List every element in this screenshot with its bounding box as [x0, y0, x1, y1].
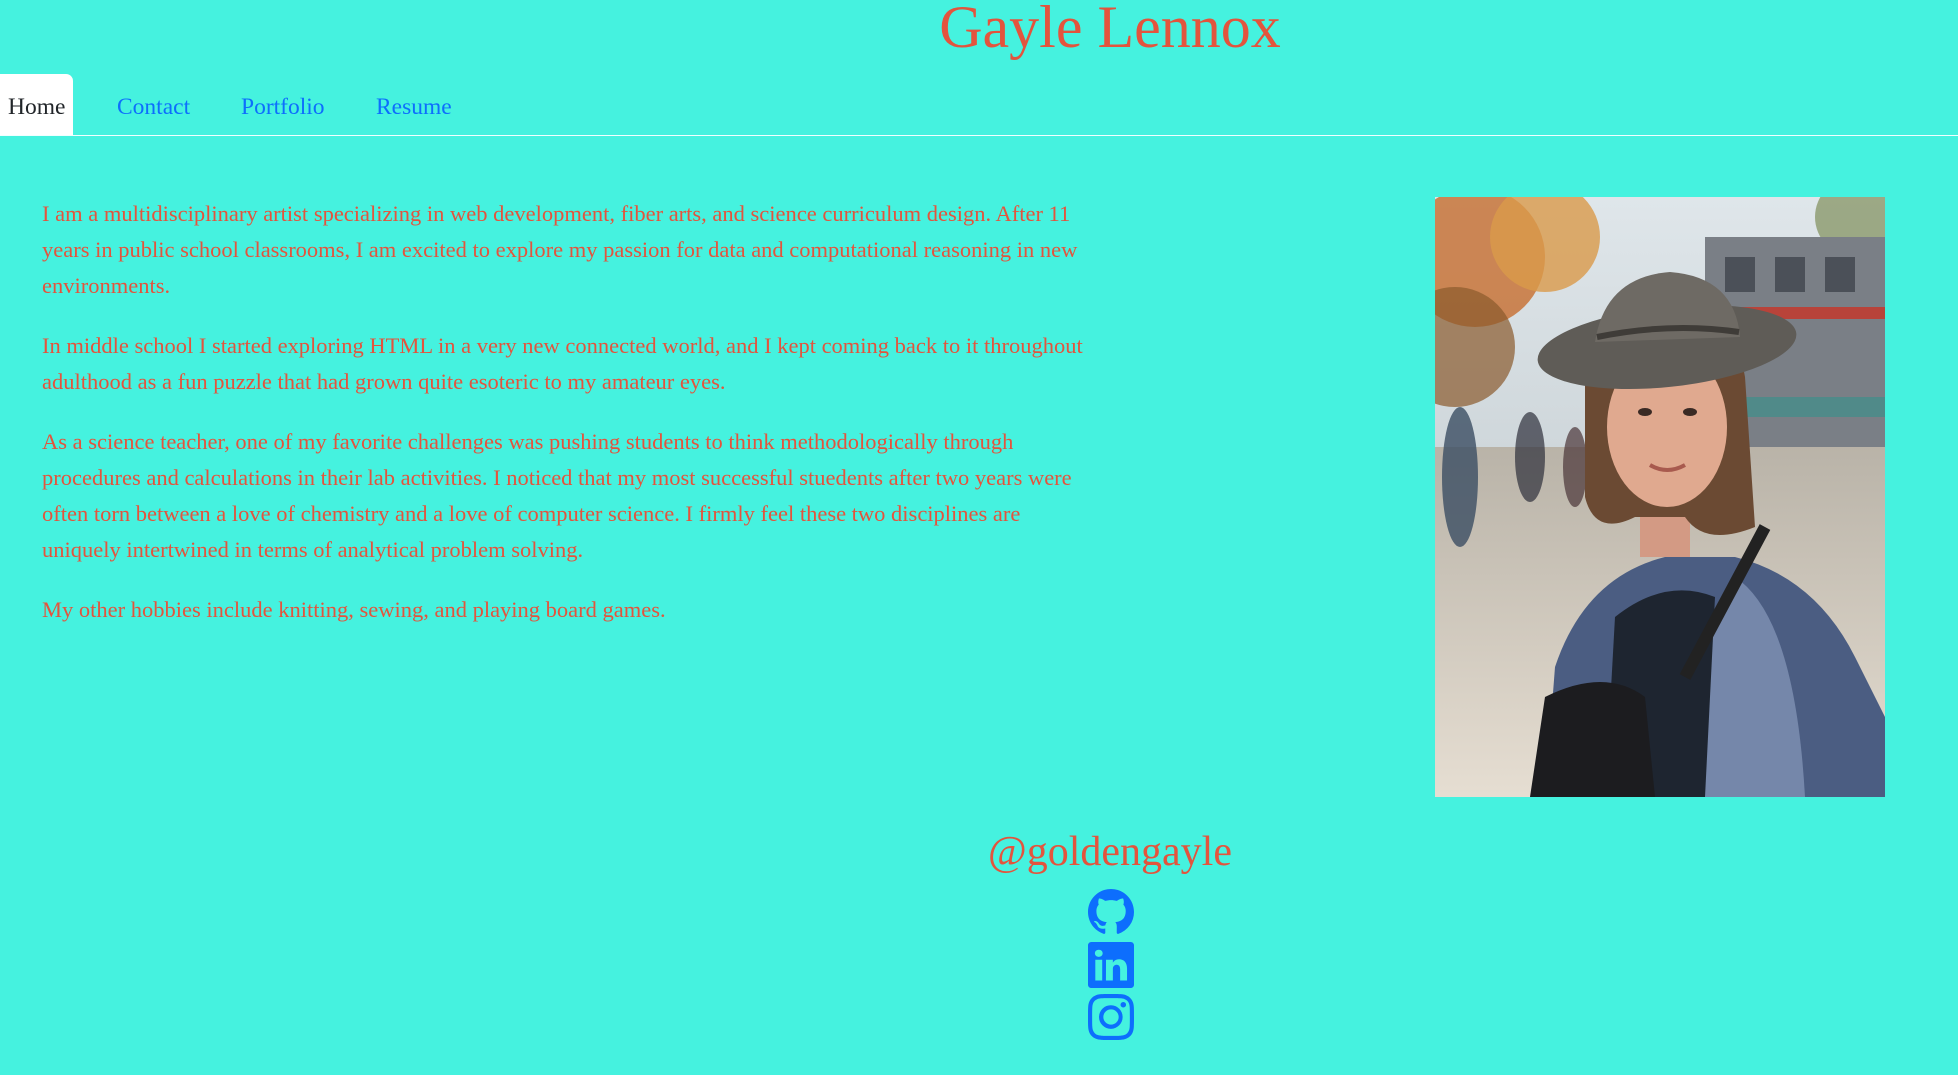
social-handle: @goldengayle [988, 829, 1232, 875]
bio-paragraph: My other hobbies include knitting, sewin… [42, 597, 666, 622]
bio-section: I am a multidisciplinary artist speciali… [42, 196, 1092, 652]
nav-tabs: Home Contact Portfolio Resume [0, 74, 1958, 136]
tab-home[interactable]: Home [0, 74, 74, 135]
bio-paragraph: I am a multidisciplinary artist speciali… [42, 201, 1078, 298]
tab-resume[interactable]: Resume [368, 74, 460, 135]
instagram-link[interactable] [1088, 994, 1134, 1040]
tab-portfolio[interactable]: Portfolio [233, 74, 333, 135]
tab-contact[interactable]: Contact [109, 74, 198, 135]
instagram-icon [1088, 994, 1134, 1040]
linkedin-icon [1088, 942, 1134, 988]
linkedin-link[interactable] [1088, 942, 1134, 988]
site-title: Gayle Lennox [939, 0, 1281, 60]
portrait-photo [1435, 197, 1885, 797]
github-link[interactable] [1088, 889, 1134, 935]
bio-paragraph: As a science teacher, one of my favorite… [42, 429, 1072, 562]
bio-paragraph: In middle school I started exploring HTM… [42, 333, 1083, 394]
github-icon [1088, 889, 1134, 934]
